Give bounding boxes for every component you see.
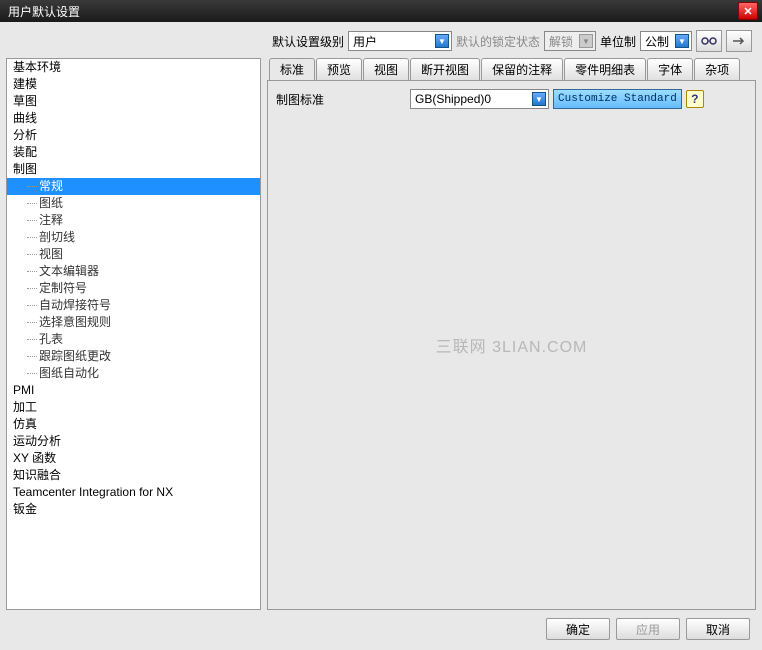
standard-row: 制图标准 GB(Shipped)0 ▼ Customize Standard ? (276, 89, 747, 109)
tree-item[interactable]: 知识融合 (7, 467, 260, 484)
tree-item[interactable]: 加工 (7, 399, 260, 416)
standard-label: 制图标准 (276, 91, 406, 108)
tree-child-item[interactable]: 剖切线 (7, 229, 260, 246)
tree-item[interactable]: 钣金 (7, 501, 260, 518)
tab[interactable]: 杂项 (694, 58, 740, 80)
tab[interactable]: 标准 (269, 58, 315, 81)
chevron-down-icon: ▼ (579, 34, 593, 48)
dialog-window: 用户默认设置 ✕ 默认设置级别 用户 ▼ 默认的锁定状态 解锁 ▼ 单位制 公制… (0, 0, 762, 650)
view-icon-button[interactable] (696, 30, 722, 52)
cancel-button[interactable]: 取消 (686, 618, 750, 640)
tree-item[interactable]: 曲线 (7, 110, 260, 127)
units-value: 公制 (645, 33, 673, 50)
tree-child-item[interactable]: 选择意图规则 (7, 314, 260, 331)
right-pane: 标准预览视图断开视图保留的注释零件明细表字体杂项 制图标准 GB(Shipped… (267, 58, 756, 610)
toolbar: 默认设置级别 用户 ▼ 默认的锁定状态 解锁 ▼ 单位制 公制 ▼ (6, 28, 756, 54)
tab-panel: 制图标准 GB(Shipped)0 ▼ Customize Standard ?… (267, 80, 756, 610)
arrow-icon (731, 35, 747, 47)
watermark: 三联网 3LIAN.COM (436, 333, 588, 357)
tree-child-item[interactable]: 图纸 (7, 195, 260, 212)
tree-item[interactable]: 仿真 (7, 416, 260, 433)
titlebar: 用户默认设置 ✕ (0, 0, 762, 22)
ok-button[interactable]: 确定 (546, 618, 610, 640)
chevron-down-icon: ▼ (675, 34, 689, 48)
tree-item[interactable]: 建模 (7, 76, 260, 93)
tree-item[interactable]: Teamcenter Integration for NX (7, 484, 260, 501)
tab[interactable]: 零件明细表 (564, 58, 646, 80)
main-area: 基本环境建模草图曲线分析装配制图常规图纸注释剖切线视图文本编辑器定制符号自动焊接… (6, 58, 756, 610)
tree-item[interactable]: 分析 (7, 127, 260, 144)
units-label: 单位制 (600, 33, 636, 50)
close-button[interactable]: ✕ (738, 2, 758, 20)
tree-child-item[interactable]: 自动焊接符号 (7, 297, 260, 314)
tree-child-item[interactable]: 定制符号 (7, 280, 260, 297)
category-tree[interactable]: 基本环境建模草图曲线分析装配制图常规图纸注释剖切线视图文本编辑器定制符号自动焊接… (6, 58, 261, 610)
tree-item[interactable]: 装配 (7, 144, 260, 161)
standard-value: GB(Shipped)0 (415, 92, 530, 106)
tree-item[interactable]: 制图 (7, 161, 260, 178)
tree-item[interactable]: 基本环境 (7, 59, 260, 76)
units-select[interactable]: 公制 ▼ (640, 31, 692, 51)
tree-item[interactable]: XY 函数 (7, 450, 260, 467)
tab[interactable]: 预览 (316, 58, 362, 80)
tree-child-item[interactable]: 常规 (7, 178, 260, 195)
standard-select[interactable]: GB(Shipped)0 ▼ (410, 89, 549, 109)
chevron-down-icon: ▼ (435, 34, 449, 48)
tab[interactable]: 保留的注释 (481, 58, 563, 80)
tree-child-item[interactable]: 跟踪图纸更改 (7, 348, 260, 365)
lock-label: 默认的锁定状态 (456, 33, 540, 50)
footer: 确定 应用 取消 (6, 614, 756, 644)
customize-standard-button[interactable]: Customize Standard (553, 89, 682, 109)
level-select[interactable]: 用户 ▼ (348, 31, 452, 51)
tree-item[interactable]: 草图 (7, 93, 260, 110)
tab[interactable]: 视图 (363, 58, 409, 80)
tree-item[interactable]: 运动分析 (7, 433, 260, 450)
tree-child-item[interactable]: 图纸自动化 (7, 365, 260, 382)
tab[interactable]: 断开视图 (410, 58, 480, 80)
lock-select: 解锁 ▼ (544, 31, 596, 51)
window-title: 用户默认设置 (4, 3, 80, 20)
tree-item[interactable]: PMI (7, 382, 260, 399)
chevron-down-icon: ▼ (532, 92, 546, 106)
dialog-body: 默认设置级别 用户 ▼ 默认的锁定状态 解锁 ▼ 单位制 公制 ▼ 基 (0, 22, 762, 650)
lock-value: 解锁 (549, 33, 577, 50)
info-icon-button[interactable] (726, 30, 752, 52)
tree-child-item[interactable]: 视图 (7, 246, 260, 263)
tree-child-item[interactable]: 文本编辑器 (7, 263, 260, 280)
tree-child-item[interactable]: 注释 (7, 212, 260, 229)
tree-child-item[interactable]: 孔表 (7, 331, 260, 348)
tab[interactable]: 字体 (647, 58, 693, 80)
glasses-icon (701, 35, 717, 47)
help-icon[interactable]: ? (686, 90, 704, 108)
level-label: 默认设置级别 (272, 33, 344, 50)
apply-button[interactable]: 应用 (616, 618, 680, 640)
level-value: 用户 (353, 33, 433, 50)
tab-bar: 标准预览视图断开视图保留的注释零件明细表字体杂项 (267, 58, 756, 80)
